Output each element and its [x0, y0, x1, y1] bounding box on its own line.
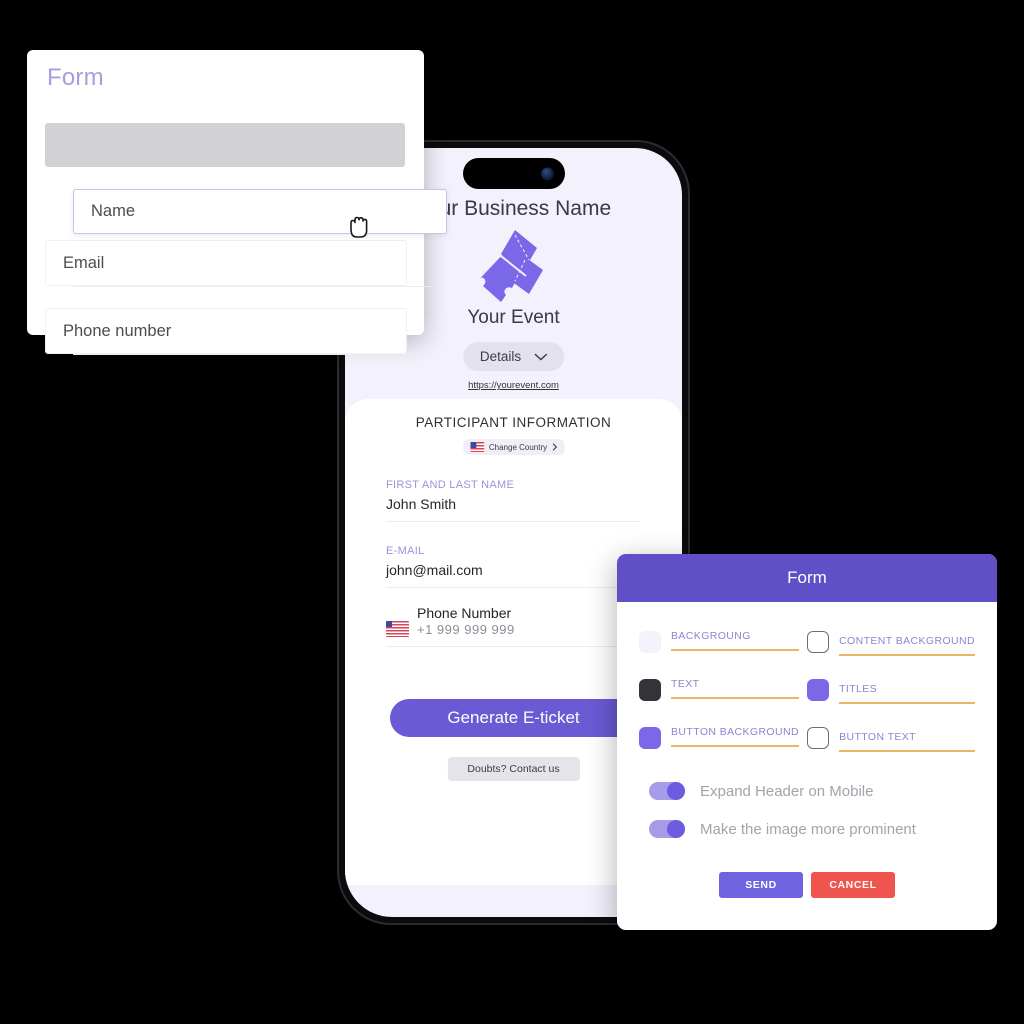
field-underline: [386, 646, 641, 647]
field-group-email[interactable]: E-MAIL john@mail.com: [386, 545, 641, 588]
participant-section-title: PARTICIPANT INFORMATION: [415, 415, 612, 430]
swatch-label-button-background: BUTTON BACKGROUND: [671, 726, 799, 738]
us-flag-icon: [386, 621, 409, 637]
color-swatch[interactable]: [639, 727, 661, 749]
color-swatch[interactable]: [639, 679, 661, 701]
toggle-expand-header[interactable]: Expand Header on Mobile: [649, 782, 916, 800]
form-builder-card: Form Name Email Phone number: [27, 50, 447, 355]
field-separator: [73, 286, 433, 287]
swatch-content-background[interactable]: CONTENT BACKGROUND: [807, 630, 975, 678]
toggle-switch[interactable]: [649, 782, 685, 800]
cancel-button[interactable]: CANCEL: [811, 872, 895, 898]
event-tickets-icon: [479, 230, 543, 302]
swatch-titles[interactable]: TITLES: [807, 678, 975, 726]
field-label-full-name: FIRST AND LAST NAME: [386, 479, 515, 491]
builder-field-email[interactable]: Email: [45, 240, 407, 286]
builder-field-name[interactable]: Name: [73, 189, 447, 234]
send-button[interactable]: SEND: [719, 872, 803, 898]
builder-field-name-label: Name: [91, 202, 136, 220]
toggle-label-image-prominent: Make the image more prominent: [700, 820, 916, 838]
settings-panel-title: Form: [787, 568, 827, 587]
drag-drop-slot[interactable]: [45, 123, 405, 167]
swatch-background[interactable]: BACKGROUNG: [639, 630, 800, 678]
settings-panel-header: Form: [617, 554, 997, 602]
swatch-underline: [671, 697, 800, 699]
settings-toggle-list: Expand Header on Mobile Make the image m…: [649, 782, 916, 858]
toggle-image-prominent[interactable]: Make the image more prominent: [649, 820, 916, 838]
form-builder-title: Form: [47, 64, 104, 91]
field-underline: [386, 587, 641, 588]
color-swatch[interactable]: [807, 679, 830, 701]
grab-hand-cursor-icon: [350, 216, 368, 238]
swatch-text[interactable]: TEXT: [639, 678, 800, 726]
swatch-button-text[interactable]: BUTTON TEXT: [807, 726, 975, 774]
toggle-switch[interactable]: [649, 820, 685, 838]
generate-eticket-button[interactable]: Generate E-ticket: [390, 699, 637, 737]
swatch-underline: [839, 750, 975, 752]
swatch-label-button-text: BUTTON TEXT: [839, 731, 916, 743]
swatch-underline: [839, 702, 975, 704]
dynamic-island: [462, 158, 565, 189]
toggle-label-expand-header: Expand Header on Mobile: [700, 782, 874, 800]
color-swatch-grid: BACKGROUNG CONTENT BACKGROUND TEXT TITLE…: [617, 602, 997, 774]
swatch-label-text: TEXT: [671, 678, 700, 690]
swatch-underline: [671, 649, 800, 651]
settings-panel-actions: SEND CANCEL: [617, 872, 997, 898]
chevron-down-icon: [534, 353, 547, 361]
change-country-button[interactable]: Change Country: [462, 439, 565, 455]
color-swatch[interactable]: [807, 727, 830, 749]
builder-field-phone[interactable]: Phone number: [45, 308, 407, 354]
swatch-underline: [839, 654, 975, 656]
chevron-right-icon: [552, 443, 557, 451]
field-value-phone: +1 999 999 999: [417, 622, 515, 637]
field-separator: [73, 354, 433, 355]
swatch-label-titles: TITLES: [839, 683, 878, 695]
swatch-underline: [671, 745, 800, 747]
swatch-label-content-background: CONTENT BACKGROUND: [839, 635, 975, 647]
color-swatch[interactable]: [639, 631, 661, 653]
us-flag-icon: [469, 442, 484, 452]
builder-field-email-label: Email: [63, 253, 105, 272]
details-dropdown-label: Details: [479, 349, 522, 364]
screenshot-stage: Form Name Email Phone number Your Busine…: [0, 0, 1024, 1024]
front-camera-icon: [540, 167, 554, 180]
event-url-link[interactable]: https://yourevent.com: [345, 380, 682, 391]
field-label-phone: Phone Number: [417, 605, 512, 621]
change-country-label: Change Country: [488, 442, 548, 452]
field-group-phone[interactable]: Phone Number +1 999 999 999: [386, 605, 641, 647]
form-settings-panel: Form BACKGROUNG CONTENT BACKGROUND TEXT …: [617, 554, 997, 930]
swatch-button-background[interactable]: BUTTON BACKGROUND: [639, 726, 800, 774]
field-value-full-name: John Smith: [386, 496, 457, 512]
field-label-email: E-MAIL: [386, 545, 425, 557]
details-dropdown-button[interactable]: Details: [462, 342, 565, 371]
color-swatch[interactable]: [807, 631, 830, 653]
field-group-full-name[interactable]: FIRST AND LAST NAME John Smith: [386, 479, 641, 522]
field-underline: [386, 521, 641, 522]
contact-us-button[interactable]: Doubts? Contact us: [447, 757, 580, 781]
swatch-label-background: BACKGROUNG: [671, 630, 751, 642]
field-value-email: john@mail.com: [386, 562, 483, 578]
builder-field-phone-label: Phone number: [63, 321, 172, 340]
